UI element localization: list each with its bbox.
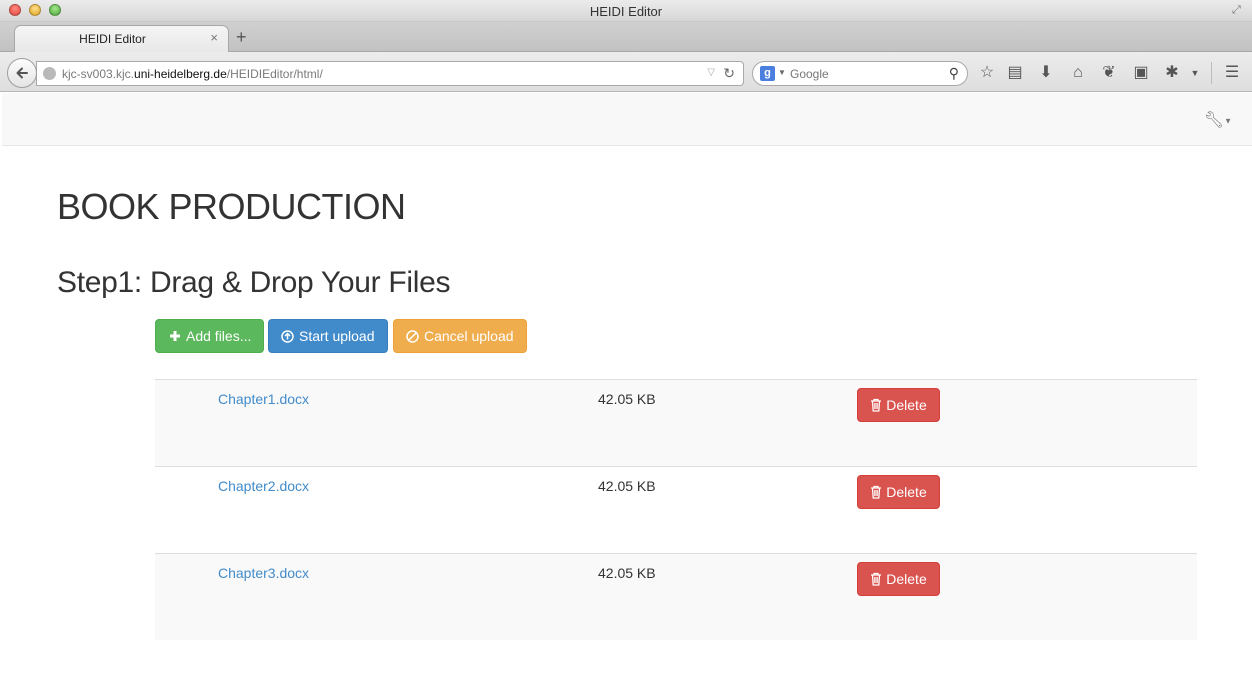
toolbar-separator	[1211, 62, 1212, 84]
window-title: HEIDI Editor	[589, 4, 663, 19]
add-files-button[interactable]: Add files...	[155, 319, 265, 353]
delete-label: Delete	[886, 484, 927, 500]
url-bar[interactable]: kjc-sv003.kjc.uni-heidelberg.de/HEIDIEdi…	[36, 61, 744, 86]
downloads-icon[interactable]: ⬇	[1037, 64, 1055, 82]
new-tab-button[interactable]: +	[236, 27, 247, 48]
add-files-label: Add files...	[186, 328, 252, 344]
globe-icon	[43, 67, 56, 80]
bookmark-star-icon[interactable]: ☆	[978, 64, 996, 82]
file-link[interactable]: Chapter2.docx	[218, 478, 309, 494]
caret-down-icon: ▼	[1224, 116, 1232, 126]
page-title: BOOK PRODUCTION	[57, 186, 406, 227]
table-row: Chapter2.docx 42.05 KB Delete	[155, 466, 1197, 553]
google-engine-icon[interactable]: g	[760, 66, 775, 81]
table-row: Chapter3.docx 42.05 KB Delete	[155, 553, 1197, 640]
search-bar[interactable]: g ▼ Google ⚲	[752, 61, 968, 86]
addons-icon[interactable]: ❦	[1100, 64, 1118, 82]
app-topbar: 🔧︎▼	[2, 93, 1252, 146]
ban-circle-icon	[406, 329, 419, 343]
files-table: Chapter1.docx 42.05 KB Delete Chapter2.d…	[155, 379, 1197, 640]
tab-heidi-editor[interactable]: HEIDI Editor ×	[14, 25, 229, 52]
tab-close-icon[interactable]: ×	[210, 30, 218, 45]
window-titlebar: HEIDI Editor ⤢	[0, 0, 1252, 22]
step-title: Step1: Drag & Drop Your Files	[57, 266, 451, 299]
trash-icon	[870, 398, 882, 412]
url-path: /HEIDIEditor/html/	[226, 67, 323, 81]
chat-icon[interactable]: ▣	[1132, 64, 1150, 82]
back-button[interactable]	[7, 58, 37, 88]
browser-navbar: kjc-sv003.kjc.uni-heidelberg.de/HEIDIEdi…	[0, 52, 1252, 92]
tab-strip: HEIDI Editor ×	[0, 22, 1252, 52]
back-arrow-icon	[16, 67, 28, 79]
fullscreen-icon[interactable]: ⤢	[1232, 4, 1246, 18]
home-icon[interactable]: ⌂	[1069, 64, 1087, 82]
file-size: 42.05 KB	[598, 478, 656, 494]
delete-button[interactable]: Delete	[857, 475, 940, 509]
extension-icon[interactable]: ✱	[1163, 64, 1181, 82]
cancel-upload-label: Cancel upload	[424, 328, 514, 344]
cancel-upload-button[interactable]: Cancel upload	[393, 319, 527, 353]
url-domain: uni-heidelberg.de	[134, 67, 227, 81]
reload-icon[interactable]: ↻	[723, 65, 735, 82]
upload-circle-icon	[281, 329, 294, 343]
reading-list-icon[interactable]: ▤	[1006, 64, 1024, 82]
url-history-dropdown-icon[interactable]: ▽	[707, 67, 715, 78]
url-text[interactable]: kjc-sv003.kjc.uni-heidelberg.de/HEIDIEdi…	[62, 67, 323, 81]
overflow-caret-icon[interactable]: ▼	[1186, 64, 1204, 82]
plus-icon	[168, 330, 181, 343]
file-size: 42.05 KB	[598, 565, 656, 581]
file-link[interactable]: Chapter1.docx	[218, 391, 309, 407]
start-upload-label: Start upload	[299, 328, 375, 344]
settings-dropdown-button[interactable]: 🔧︎▼	[1204, 110, 1232, 130]
search-placeholder: Google	[790, 67, 829, 81]
search-icon[interactable]: ⚲	[949, 65, 959, 82]
start-upload-button[interactable]: Start upload	[268, 319, 388, 353]
delete-label: Delete	[886, 397, 927, 413]
delete-button[interactable]: Delete	[857, 562, 940, 596]
url-prefix: kjc-sv003.kjc.	[62, 67, 135, 81]
table-row: Chapter1.docx 42.05 KB Delete	[155, 379, 1197, 466]
delete-label: Delete	[886, 571, 927, 587]
tab-label: HEIDI Editor	[79, 32, 146, 46]
file-size: 42.05 KB	[598, 391, 656, 407]
wrench-icon: 🔧︎	[1203, 112, 1225, 129]
file-link[interactable]: Chapter3.docx	[218, 565, 309, 581]
menu-icon[interactable]: ☰	[1223, 64, 1241, 82]
trash-icon	[870, 572, 882, 586]
delete-button[interactable]: Delete	[857, 388, 940, 422]
search-engine-caret-icon[interactable]: ▼	[778, 68, 786, 77]
trash-icon	[870, 485, 882, 499]
